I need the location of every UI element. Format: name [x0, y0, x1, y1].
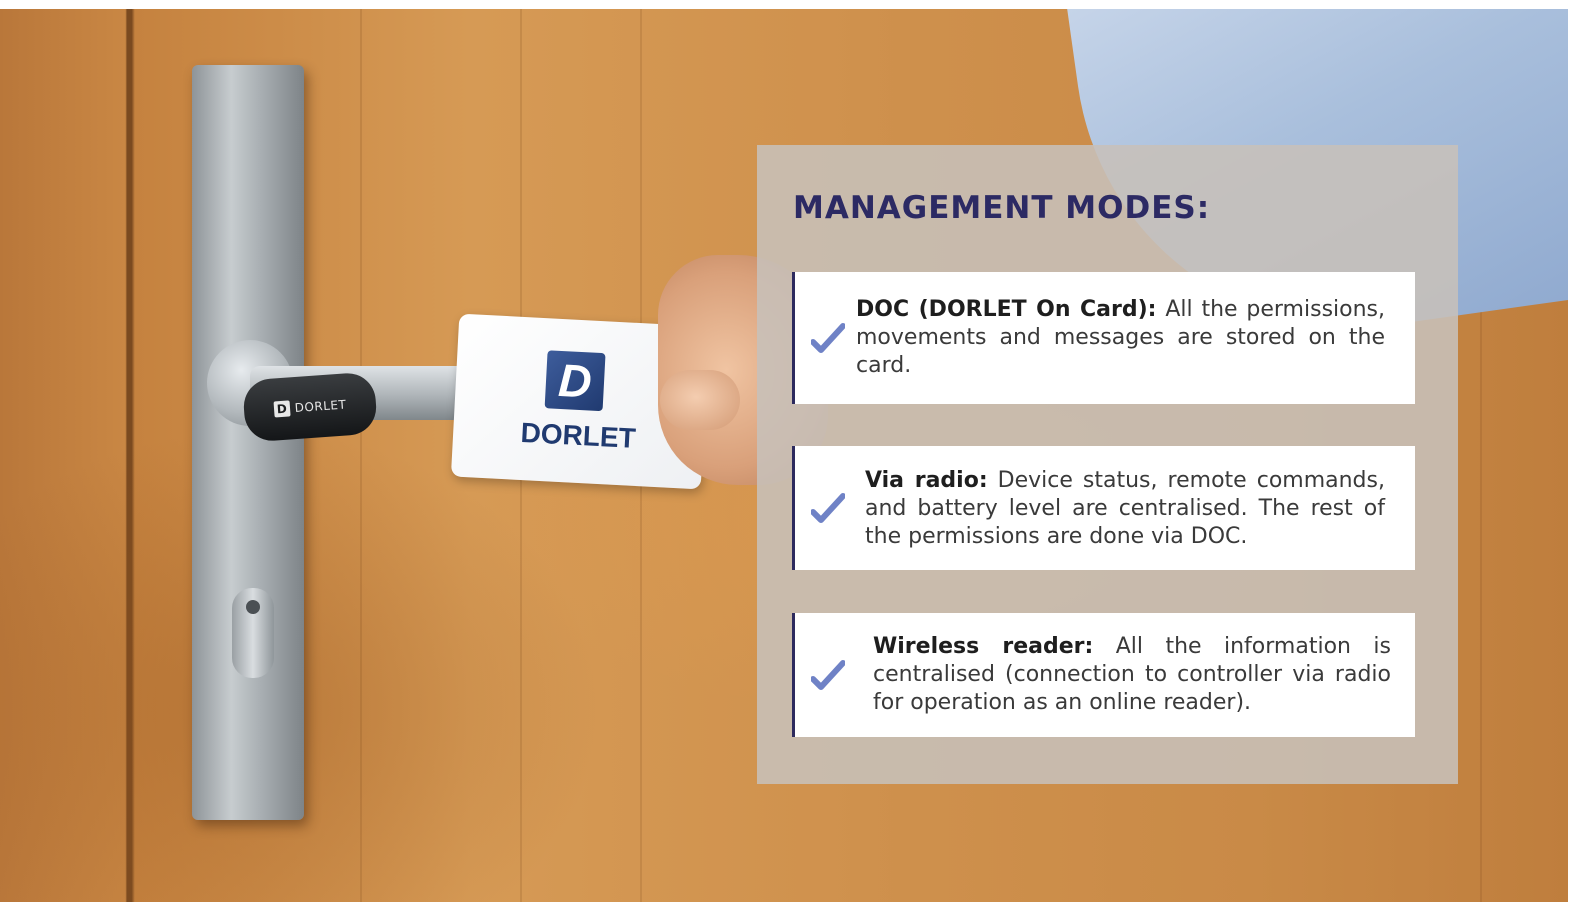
mode-card-via-radio: Via radio: Device status, remote command… — [792, 446, 1415, 570]
mode-card-doc: DOC (DORLET On Card): All the permission… — [792, 272, 1415, 404]
thumb — [660, 370, 740, 430]
reader-logo-text: DORLET — [294, 397, 347, 416]
mode-description: Wireless reader: All the information is … — [873, 633, 1391, 717]
check-icon — [811, 493, 845, 523]
mode-description: DOC (DORLET On Card): All the permission… — [856, 296, 1385, 380]
check-icon — [811, 323, 845, 353]
mode-card-wireless-reader: Wireless reader: All the information is … — [792, 613, 1415, 737]
mode-description: Via radio: Device status, remote command… — [865, 467, 1385, 551]
dorlet-logo-icon: D — [273, 400, 291, 418]
panel-title: MANAGEMENT MODES: — [793, 190, 1211, 226]
lock-reader: D DORLET — [241, 371, 379, 443]
door-handle-plate — [192, 65, 304, 820]
check-icon — [811, 660, 845, 690]
dorlet-logo-icon: D — [544, 350, 606, 412]
keyhole — [246, 600, 260, 614]
mode-name: Wireless reader: — [873, 634, 1094, 659]
mode-name: DOC (DORLET On Card): — [856, 297, 1157, 322]
wood-grain — [360, 9, 362, 902]
mode-name: Via radio: — [865, 468, 988, 493]
